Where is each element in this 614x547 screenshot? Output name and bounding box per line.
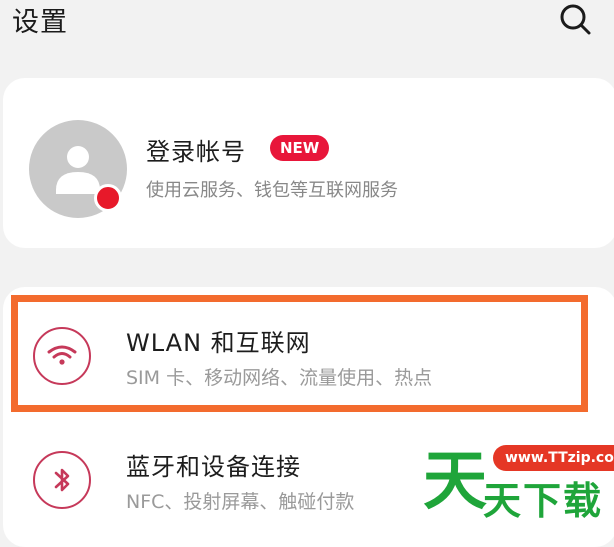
page-title: 设置 xyxy=(12,7,68,38)
search-icon xyxy=(560,4,591,35)
account-card[interactable]: 登录帐号 NEW 使用云服务、钱包等互联网服务 xyxy=(3,78,614,248)
search-button[interactable] xyxy=(556,0,596,40)
settings-item-subtitle: NFC、投射屏幕、触碰付款 xyxy=(126,491,355,513)
header: 设置 xyxy=(0,0,614,58)
bluetooth-icon-circle xyxy=(33,451,91,509)
settings-item-title: 蓝牙和设备连接 xyxy=(126,453,301,481)
new-badge: NEW xyxy=(270,135,330,161)
watermark-text: 天下载 xyxy=(483,479,604,523)
watermark-big-text: 天 xyxy=(423,445,487,519)
highlight-box xyxy=(11,295,588,412)
bluetooth-icon xyxy=(54,468,70,492)
watermark: 天 www.TTzip.com 天下载 xyxy=(420,430,614,526)
notification-dot xyxy=(94,184,122,212)
account-subtitle: 使用云服务、钱包等互联网服务 xyxy=(146,180,398,201)
watermark-url: www.TTzip.com xyxy=(493,445,614,471)
account-title: 登录帐号 xyxy=(146,138,246,166)
